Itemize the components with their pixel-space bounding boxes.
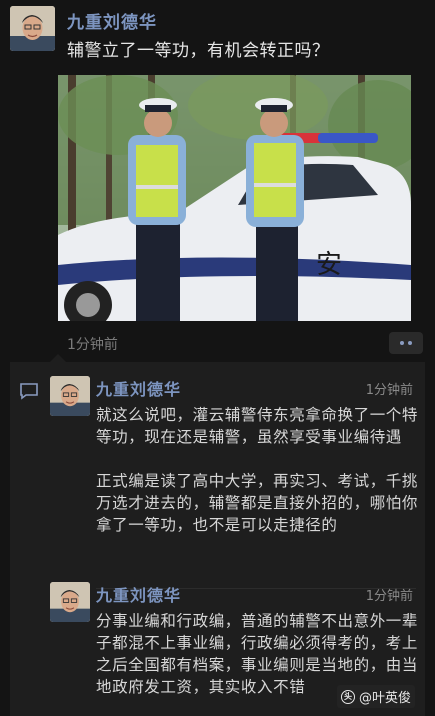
more-dots-icon	[408, 341, 412, 345]
commenter-name[interactable]: 九重刘德华	[96, 376, 181, 400]
more-actions-button[interactable]	[389, 332, 423, 354]
commenter-avatar[interactable]	[50, 376, 90, 416]
toutiao-logo-icon: 头	[340, 689, 355, 704]
post-timestamp: 1分钟前	[67, 337, 118, 353]
moments-page: 九重刘德华 辅警立了一等功，有机会转正吗？ 安 1分钟前 九重刘德华 1分钟前 …	[0, 0, 435, 716]
comments-section: 九重刘德华 1分钟前 就这么说吧，灌云辅警侍东亮拿命换了一个特等功，现在还是辅警…	[10, 354, 425, 716]
commenter-name[interactable]: 九重刘德华	[96, 582, 181, 606]
post-photo[interactable]: 安	[58, 75, 411, 321]
comment-bubble-icon	[19, 382, 39, 400]
author-avatar[interactable]	[10, 6, 55, 51]
watermark: 头 @叶英俊	[336, 685, 415, 708]
comment-timestamp: 1分钟前	[365, 589, 413, 604]
car-door-text: 安	[316, 250, 342, 280]
watermark-text: @叶英俊	[358, 691, 411, 706]
comment-paragraph: 就这么说吧，灌云辅警侍东亮拿命换了一个特等功，现在还是辅警，虽然享受事业编待遇	[96, 406, 419, 446]
commenter-avatar[interactable]	[50, 582, 90, 622]
more-dots-icon	[400, 341, 404, 345]
comment-timestamp: 1分钟前	[365, 383, 413, 398]
post-text: 辅警立了一等功，有机会转正吗？	[67, 41, 330, 61]
comment-paragraph: 正式编是读了高中大学，再实习、考试，千挑万选才进去的，辅警都是直接外招的，哪怕你…	[96, 472, 419, 534]
post-author-name[interactable]: 九重刘德华	[67, 8, 157, 33]
comment-body[interactable]: 就这么说吧，灌云辅警侍东亮拿命换了一个特等功，现在还是辅警，虽然享受事业编待遇 …	[96, 404, 418, 536]
